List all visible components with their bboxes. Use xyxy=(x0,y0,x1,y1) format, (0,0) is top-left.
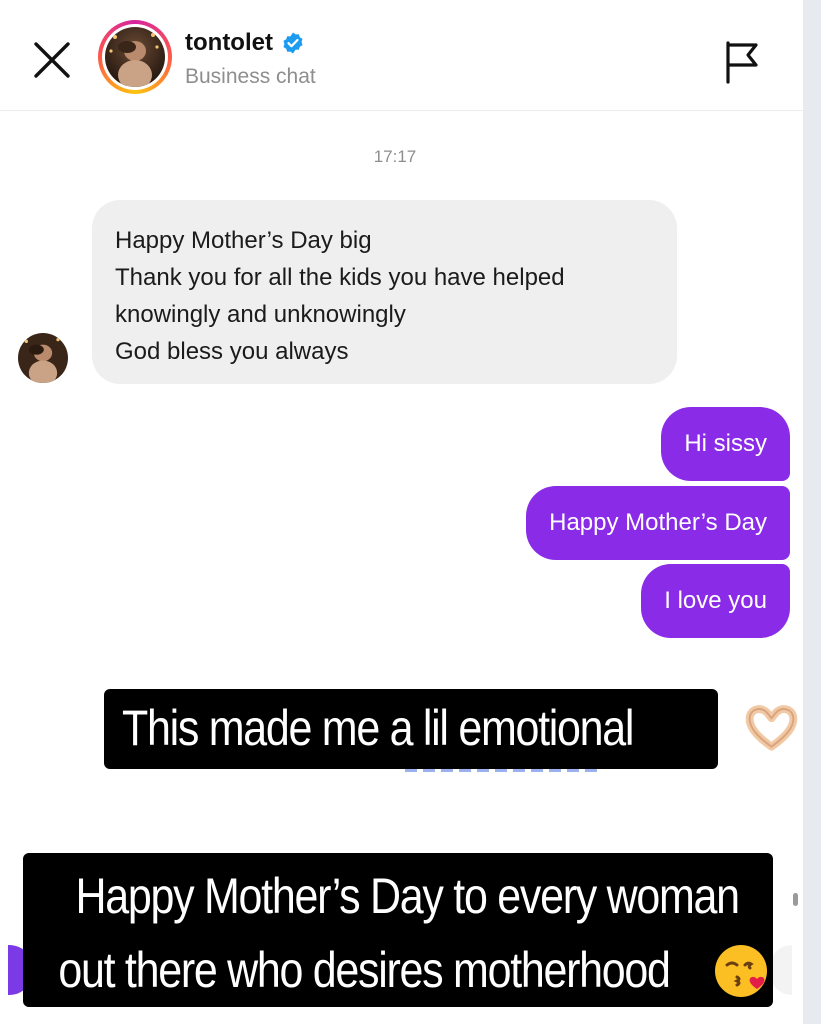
report-button[interactable] xyxy=(718,38,766,86)
close-icon xyxy=(34,42,70,78)
story-caption-bottom: Happy Mother’s Day to every woman out th… xyxy=(23,853,773,1007)
scrollbar-thumb[interactable] xyxy=(793,893,798,906)
avatar-image xyxy=(105,27,165,87)
caption-line-2: out there who desires motherhood xyxy=(58,942,671,998)
message-line: Thank you for all the kids you have help… xyxy=(115,264,565,291)
close-button[interactable] xyxy=(30,38,74,82)
message-line: Happy Mother’s Day big xyxy=(115,227,372,254)
chat-header: tontolet Business chat xyxy=(0,0,803,111)
caption-line-1: Happy Mother’s Day to every woman xyxy=(75,868,741,924)
heart-hands-emoji xyxy=(745,705,798,751)
composer-edge xyxy=(770,945,792,995)
chat-subtitle: Business chat xyxy=(185,65,316,88)
outgoing-message[interactable]: I love you xyxy=(641,564,790,638)
incoming-message[interactable]: Happy Mother’s Day big Thank you for all… xyxy=(92,200,677,384)
message-timestamp: 17:17 xyxy=(373,147,417,166)
outgoing-message[interactable]: Hi sissy xyxy=(661,407,790,481)
username-text: tontolet xyxy=(185,29,273,56)
sender-avatar[interactable] xyxy=(18,333,68,383)
verified-badge-icon xyxy=(283,32,303,54)
kissing-face-emoji xyxy=(715,945,767,997)
outgoing-message[interactable]: Happy Mother’s Day xyxy=(526,486,790,560)
chat-username[interactable]: tontolet xyxy=(185,29,305,57)
flag-icon xyxy=(726,41,758,84)
message-line: God bless you always xyxy=(115,338,349,365)
side-strip xyxy=(803,0,821,1024)
profile-avatar[interactable] xyxy=(98,20,172,94)
caption-text: This made me a lil emotional xyxy=(122,700,634,756)
message-line: knowingly and unknowingly xyxy=(115,301,406,328)
story-caption-top: This made me a lil emotional xyxy=(104,689,798,769)
